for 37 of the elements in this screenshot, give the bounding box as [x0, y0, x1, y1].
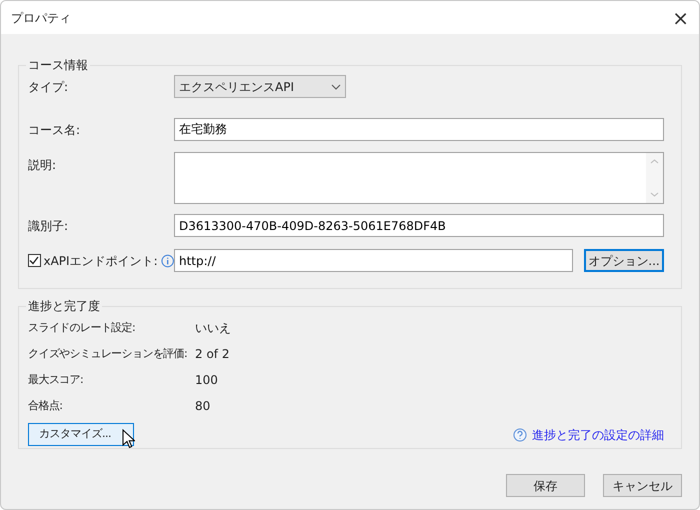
row-value: 2 of 2 [195, 346, 230, 363]
row-label: 合格点: [28, 398, 64, 414]
group-title: コース情報 [27, 57, 89, 74]
cursor-icon [122, 429, 135, 449]
course-name-field[interactable]: 在宅勤務 [174, 118, 664, 141]
help-link[interactable]: 進捗と完了の設定の詳細 [532, 426, 664, 444]
row-value: いいえ [195, 320, 231, 337]
dialog-button[interactable]: 保存 [506, 474, 585, 497]
row-label: スライドのレート設定: [28, 320, 136, 336]
identifier-field[interactable]: D3613300-470B-409D-8263-5061E768DF4B [174, 214, 664, 237]
endpoint-field[interactable]: http:// [174, 249, 573, 272]
window-title: プロパティ [11, 10, 71, 26]
row-label: 最大スコア: [28, 372, 84, 388]
row-value: 100 [195, 372, 218, 389]
checkbox[interactable] [28, 254, 40, 267]
check-icon [29, 256, 40, 265]
field-label: 識別子: [28, 218, 70, 234]
scroll-up-icon[interactable] [650, 159, 659, 164]
options-button[interactable]: オプション... [584, 249, 664, 272]
field-label: 説明: [28, 157, 58, 174]
description-field[interactable] [174, 152, 664, 204]
field-label: xAPIエンドポイント: [44, 252, 158, 270]
customize-button[interactable]: カスタマイズ... [28, 423, 134, 446]
scroll-down-icon[interactable] [650, 192, 659, 197]
row-label: クイズやシミュレーションを評価: [28, 346, 188, 362]
chevron-down-icon [331, 84, 341, 90]
dialog-button[interactable]: キャンセル [603, 474, 682, 497]
scrollbar[interactable] [646, 153, 663, 203]
type-dropdown[interactable]: エクスペリエンスAPI [174, 75, 346, 98]
row-value: 80 [195, 398, 210, 415]
field-label: タイプ: [28, 78, 70, 96]
group-title: 進捗と完了度 [27, 298, 101, 315]
dropdown-value: エクスペリエンスAPI [179, 78, 294, 96]
info-icon[interactable] [160, 254, 174, 268]
close-button[interactable]: × [672, 8, 689, 28]
help-icon[interactable] [513, 428, 527, 442]
field-label: コース名: [28, 122, 82, 138]
